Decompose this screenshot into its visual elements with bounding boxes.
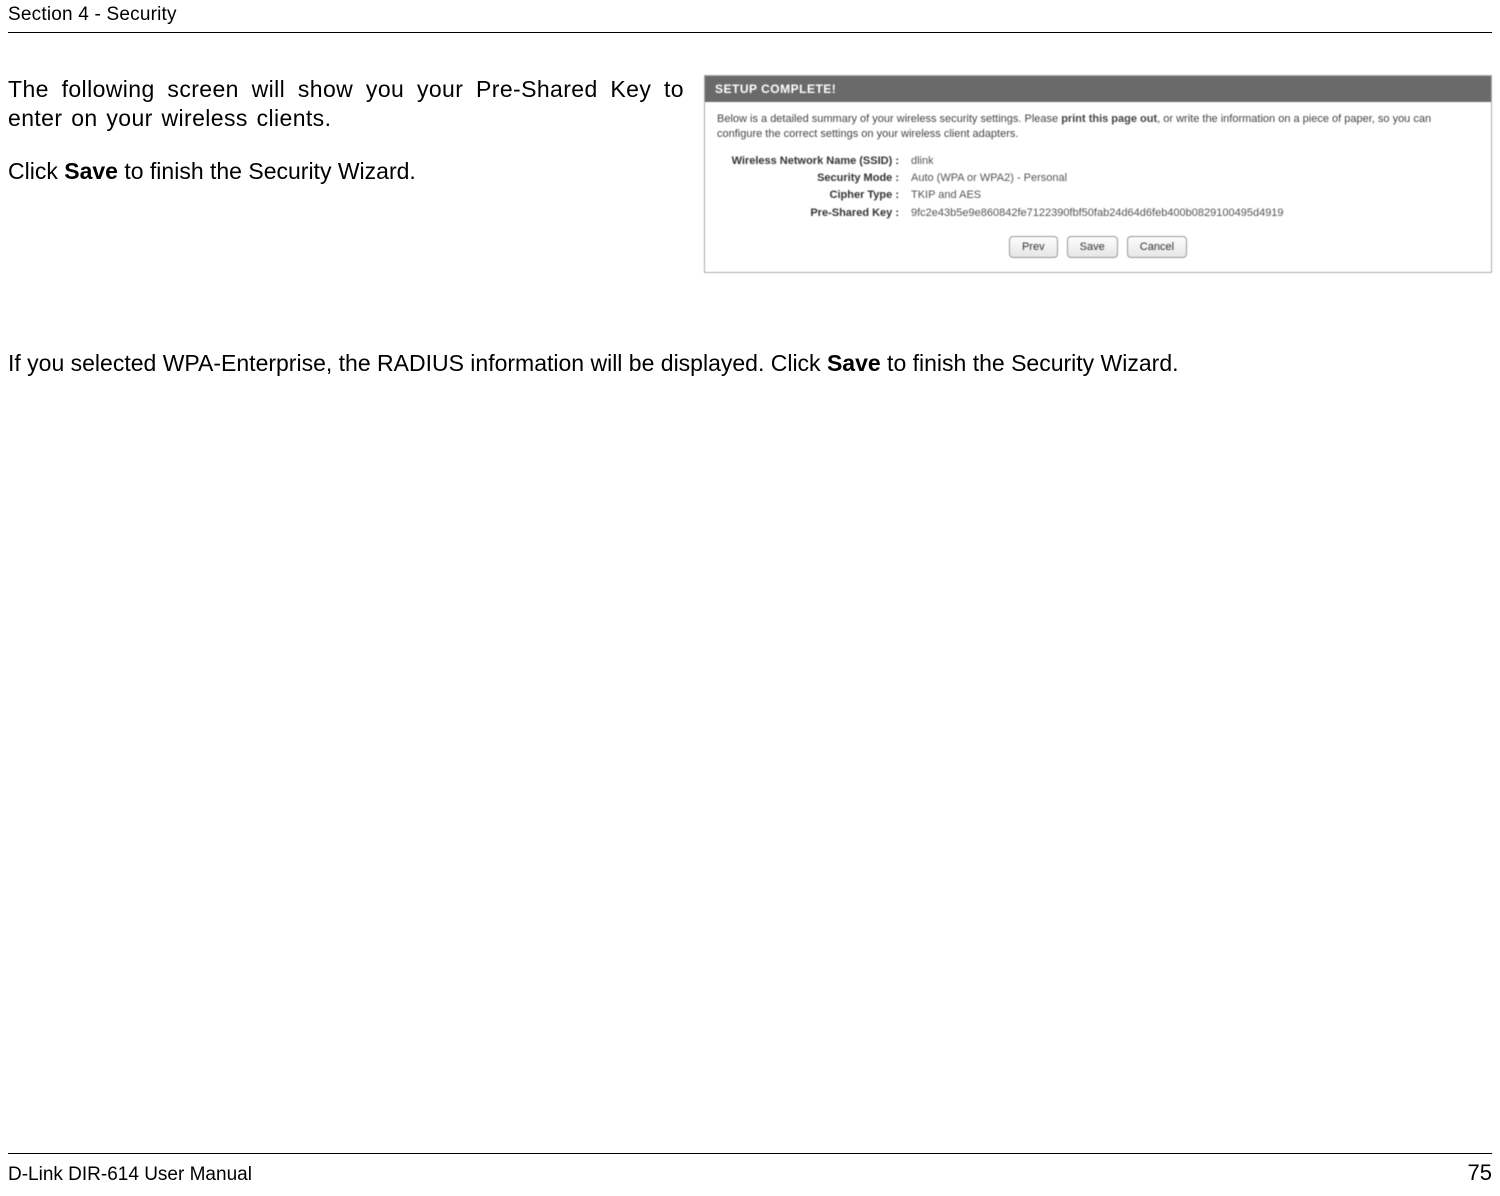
save-button[interactable]: Save — [1067, 236, 1118, 258]
page-header: Section 4 - Security — [8, 0, 1492, 33]
ssid-value: dlink — [907, 154, 934, 168]
row-ssid: Wireless Network Name (SSID) : dlink — [717, 154, 1479, 168]
paragraph-1: The following screen will show you your … — [8, 75, 684, 133]
ssid-label: Wireless Network Name (SSID) : — [717, 154, 907, 168]
row-cipher-type: Cipher Type : TKIP and AES — [717, 188, 1479, 202]
panel-title: SETUP COMPLETE! — [705, 76, 1491, 102]
prev-button[interactable]: Prev — [1009, 236, 1058, 258]
p3-bold: Save — [827, 350, 881, 376]
psk-value: 9fc2e43b5e9e860842fe7122390fbf50fab24d64… — [907, 206, 1284, 220]
paragraph-3: If you selected WPA-Enterprise, the RADI… — [8, 349, 1492, 379]
footer-page-number: 75 — [1468, 1160, 1492, 1186]
mode-label: Security Mode : — [717, 171, 907, 185]
page-footer: D-Link DIR-614 User Manual 75 — [8, 1153, 1492, 1186]
p3-prefix: If you selected WPA-Enterprise, the RADI… — [8, 350, 827, 376]
mode-value: Auto (WPA or WPA2) - Personal — [907, 171, 1067, 185]
paragraph-2: Click Save to finish the Security Wizard… — [8, 157, 684, 186]
p2-prefix: Click — [8, 158, 64, 184]
panel-desc-prefix: Below is a detailed summary of your wire… — [717, 113, 1061, 125]
p2-bold: Save — [64, 158, 118, 184]
footer-manual-title: D-Link DIR-614 User Manual — [8, 1164, 252, 1186]
body-text-column: The following screen will show you your … — [8, 75, 684, 209]
p2-suffix: to finish the Security Wizard. — [118, 158, 416, 184]
row-psk: Pre-Shared Key : 9fc2e43b5e9e860842fe712… — [717, 206, 1479, 220]
panel-desc-bold: print this page out — [1061, 113, 1157, 125]
setup-complete-panel: SETUP COMPLETE! Below is a detailed summ… — [704, 75, 1492, 273]
row-security-mode: Security Mode : Auto (WPA or WPA2) - Per… — [717, 171, 1479, 185]
section-title: Section 4 - Security — [8, 4, 1492, 26]
cipher-value: TKIP and AES — [907, 188, 981, 202]
psk-label: Pre-Shared Key : — [717, 206, 907, 220]
panel-description: Below is a detailed summary of your wire… — [717, 112, 1479, 142]
cancel-button[interactable]: Cancel — [1127, 236, 1187, 258]
p3-suffix: to finish the Security Wizard. — [881, 350, 1179, 376]
panel-button-row: Prev Save Cancel — [717, 236, 1479, 258]
cipher-label: Cipher Type : — [717, 188, 907, 202]
